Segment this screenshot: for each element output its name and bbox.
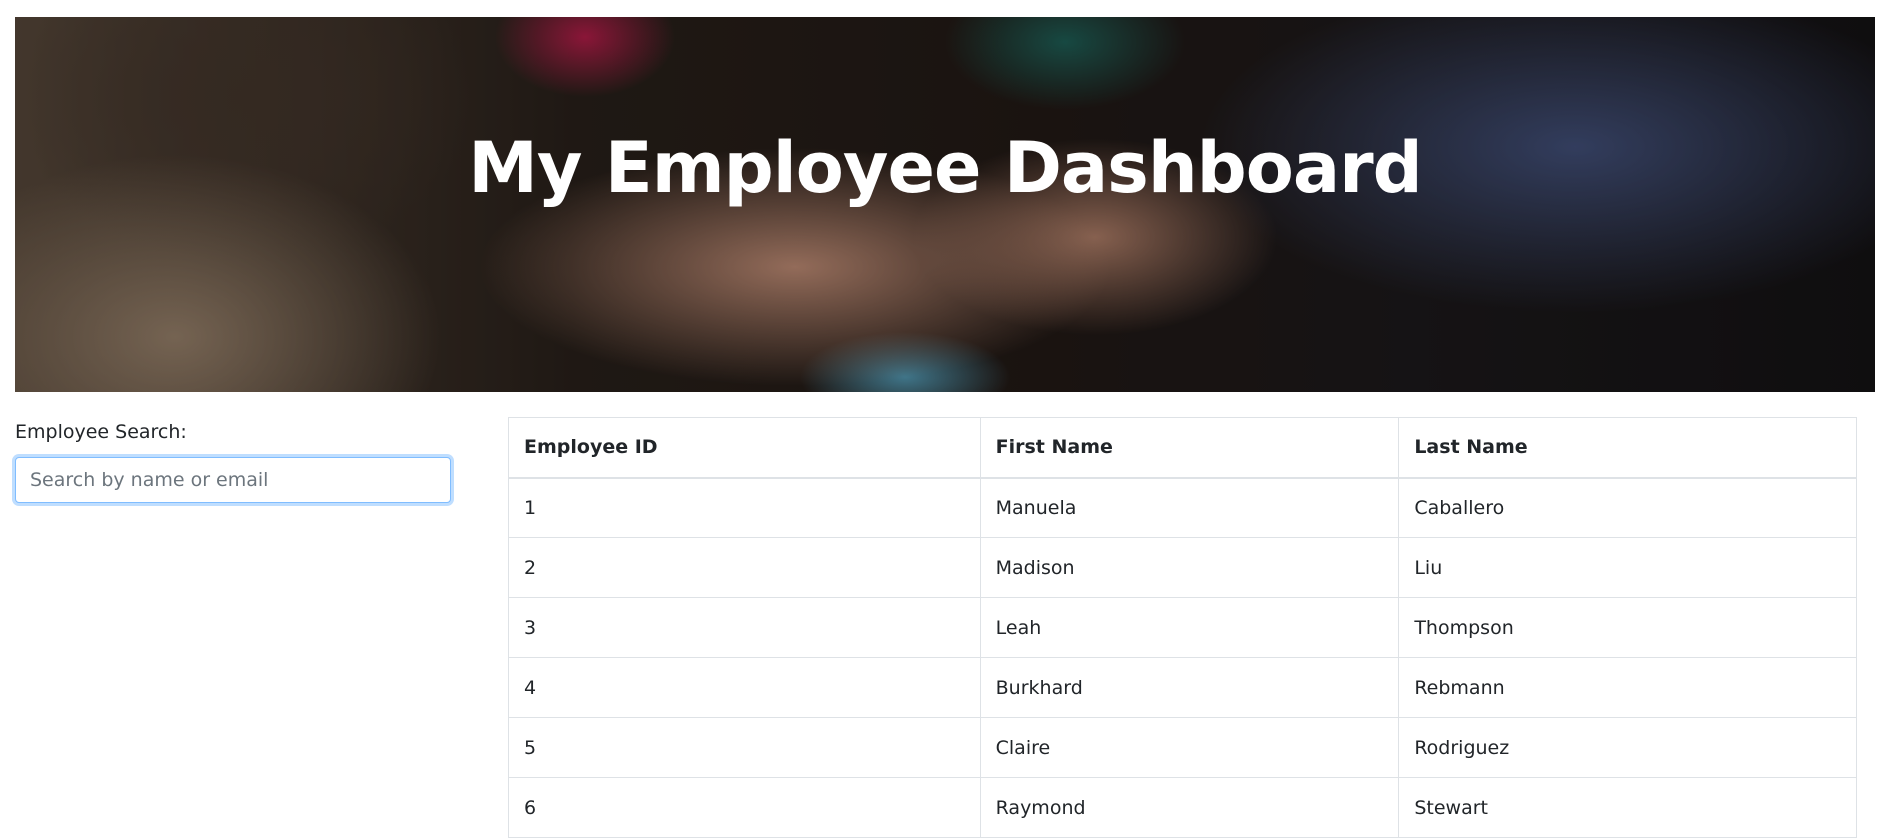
cell-last-name: Rodriguez xyxy=(1398,717,1857,778)
hero-banner: My Employee Dashboard xyxy=(15,17,1875,392)
table-row: 6 Raymond Stewart xyxy=(508,777,1857,838)
cell-first-name: Manuela xyxy=(979,477,1400,538)
search-input[interactable] xyxy=(15,457,451,503)
cell-last-name: Stewart xyxy=(1398,777,1857,838)
cell-first-name: Leah xyxy=(979,597,1400,658)
employee-table-container: Employee ID First Name Last Name 1 Manue… xyxy=(508,417,1857,838)
column-header-last-name[interactable]: Last Name xyxy=(1398,417,1857,479)
column-header-employee-id[interactable]: Employee ID xyxy=(508,417,981,479)
cell-employee-id: 5 xyxy=(508,717,981,778)
cell-first-name: Raymond xyxy=(979,777,1400,838)
cell-employee-id: 3 xyxy=(508,597,981,658)
cell-first-name: Burkhard xyxy=(979,657,1400,718)
cell-employee-id: 2 xyxy=(508,537,981,598)
employee-table: Employee ID First Name Last Name 1 Manue… xyxy=(508,417,1857,838)
cell-first-name: Madison xyxy=(979,537,1400,598)
search-label: Employee Search: xyxy=(15,421,187,443)
table-row: 4 Burkhard Rebmann xyxy=(508,657,1857,718)
cell-last-name: Rebmann xyxy=(1398,657,1857,718)
cell-employee-id: 6 xyxy=(508,777,981,838)
cell-first-name: Claire xyxy=(979,717,1400,778)
table-row: 2 Madison Liu xyxy=(508,537,1857,598)
table-row: 3 Leah Thompson xyxy=(508,597,1857,658)
cell-last-name: Liu xyxy=(1398,537,1857,598)
cell-last-name: Caballero xyxy=(1398,477,1857,538)
column-header-first-name[interactable]: First Name xyxy=(979,417,1400,479)
table-row: 5 Claire Rodriguez xyxy=(508,717,1857,778)
cell-employee-id: 1 xyxy=(508,477,981,538)
page-title: My Employee Dashboard xyxy=(468,127,1422,209)
table-row: 1 Manuela Caballero xyxy=(508,477,1857,538)
cell-employee-id: 4 xyxy=(508,657,981,718)
table-header-row: Employee ID First Name Last Name xyxy=(508,417,1857,479)
cell-last-name: Thompson xyxy=(1398,597,1857,658)
